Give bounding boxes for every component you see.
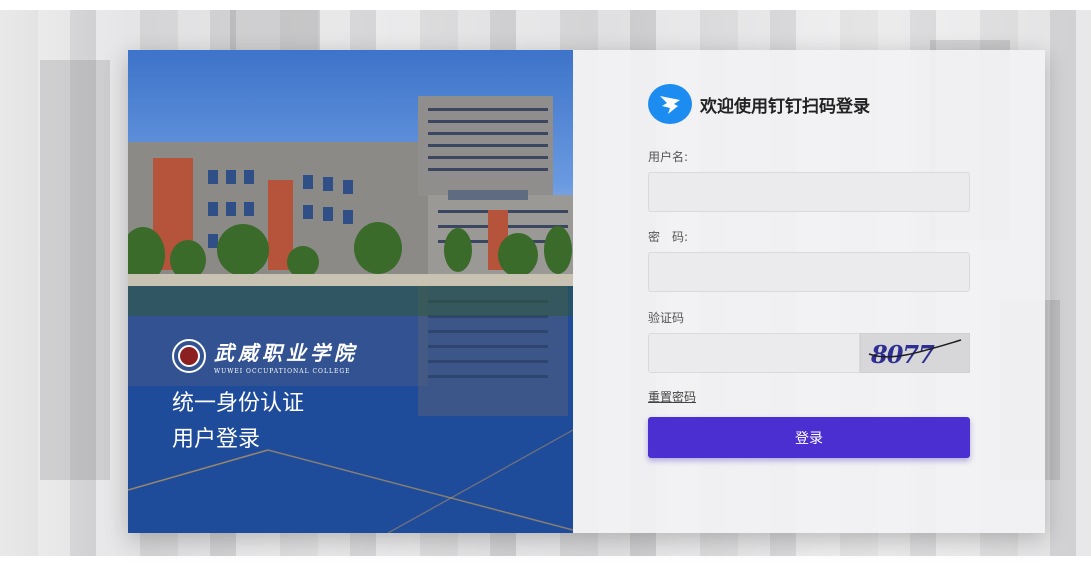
password-input[interactable]: [648, 252, 970, 292]
captcha-noise: [868, 339, 962, 358]
college-seal-icon: [172, 339, 206, 373]
college-name-cn: 武威职业学院: [214, 341, 358, 365]
login-form-panel: 欢迎使用钉钉扫码登录 用户名: 密 码: 验证码 8077 重置密码 登录: [573, 50, 1045, 533]
reset-password-link[interactable]: 重置密码: [648, 388, 696, 405]
login-card: 武威职业学院 WUWEI OCCUPATIONAL COLLEGE 统一身份认证…: [128, 50, 1045, 533]
college-logo: 武威职业学院 WUWEI OCCUPATIONAL COLLEGE: [172, 337, 358, 375]
username-input[interactable]: [648, 172, 970, 212]
form-header: 欢迎使用钉钉扫码登录: [648, 84, 870, 124]
page-title: 欢迎使用钉钉扫码登录: [700, 96, 870, 117]
captcha-label: 验证码: [648, 311, 685, 325]
campus-photo: 武威职业学院 WUWEI OCCUPATIONAL COLLEGE 统一身份认证…: [128, 50, 573, 533]
dingtalk-icon: [648, 84, 692, 124]
login-button[interactable]: 登录: [648, 417, 970, 458]
password-label: 密 码:: [648, 230, 689, 244]
campus-illustration: [128, 96, 573, 533]
slogan: 统一身份认证 用户登录: [172, 386, 304, 458]
top-strip: [0, 0, 1091, 10]
college-name-en: WUWEI OCCUPATIONAL COLLEGE: [214, 368, 351, 375]
slogan-line-1: 统一身份认证: [172, 391, 305, 416]
captcha-image[interactable]: 8077: [860, 333, 970, 373]
username-label: 用户名:: [648, 150, 689, 164]
captcha-input[interactable]: [648, 333, 860, 373]
slogan-line-2: 用户登录: [172, 427, 261, 452]
bottom-strip: [0, 556, 1091, 565]
